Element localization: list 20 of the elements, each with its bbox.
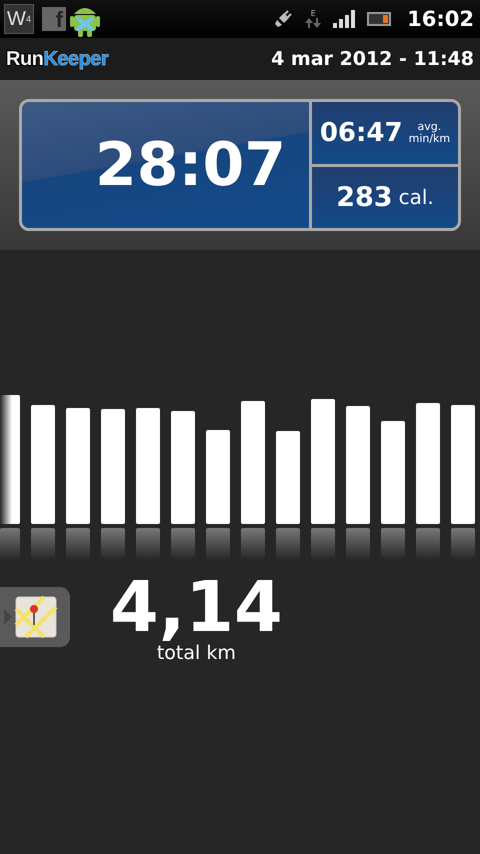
- app-logo: RunKeeper: [6, 48, 108, 70]
- distance-label: total km: [156, 642, 236, 664]
- data-arrows-icon: [305, 18, 322, 28]
- pace-value: 06:47: [320, 118, 403, 148]
- activity-date: 4 mar 2012 - 11:48: [271, 48, 474, 70]
- map-thumbnail-icon: [4, 595, 58, 639]
- signal-icon: [333, 10, 356, 28]
- plug-icon: [273, 9, 294, 29]
- distance-value: 4,14: [110, 572, 283, 642]
- battery-icon: [367, 12, 392, 26]
- pace-unit-label: avg.: [418, 120, 442, 133]
- map-button[interactable]: [0, 587, 70, 647]
- clock: 16:02: [407, 7, 474, 31]
- social-badge: f: [42, 7, 66, 31]
- pace-unit-label: min/km: [408, 132, 450, 145]
- app-badge: W$^{4}$: [4, 4, 34, 34]
- calories-unit: cal.: [398, 185, 434, 210]
- network-type-label: E: [310, 10, 316, 18]
- duration-value: 28:07: [94, 130, 286, 200]
- calories-value: 283: [336, 182, 393, 213]
